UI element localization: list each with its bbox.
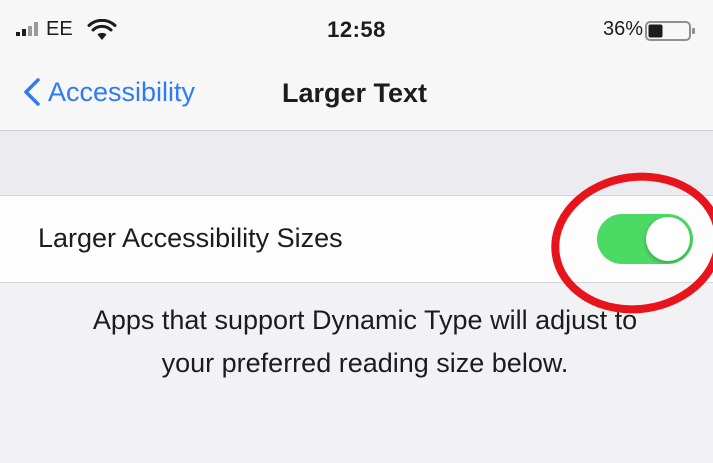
toggle-knob (646, 217, 690, 261)
footer-note: Apps that support Dynamic Type will adju… (92, 305, 638, 378)
larger-accessibility-sizes-row: Larger Accessibility Sizes (0, 195, 713, 283)
section-spacer (0, 131, 713, 195)
battery-icon (645, 21, 695, 41)
chevron-left-icon (24, 78, 40, 106)
battery-fill (648, 24, 663, 38)
status-bar: EE 12:58 36% (0, 0, 713, 62)
back-button[interactable]: Accessibility (22, 70, 195, 114)
navigation-bar: Accessibility Larger Text (0, 62, 713, 131)
battery-percentage: 36% (603, 18, 644, 40)
larger-accessibility-sizes-toggle[interactable] (597, 214, 693, 264)
setting-label: Larger Accessibility Sizes (38, 223, 343, 253)
back-button-label: Accessibility (48, 76, 196, 107)
page-title: Larger Text (282, 78, 428, 108)
